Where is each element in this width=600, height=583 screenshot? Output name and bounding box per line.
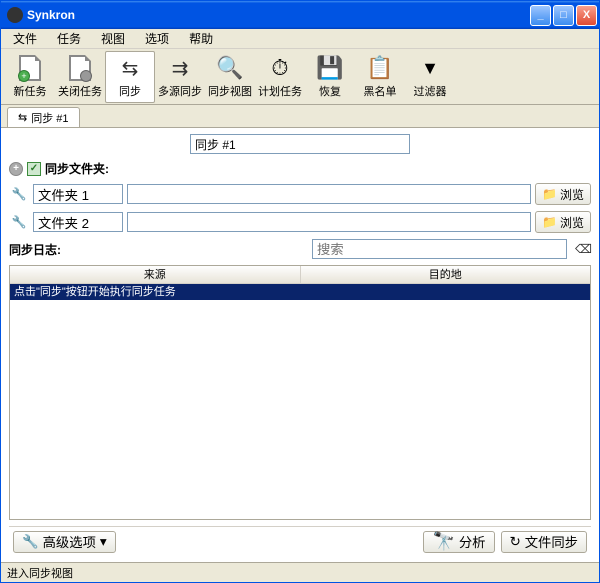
browse-button-2[interactable]: 📁 浏览: [535, 211, 591, 233]
log-table: 来源 目的地 点击"同步"按钮开始执行同步任务: [9, 265, 591, 520]
tabbar: ⇆ 同步 #1: [1, 105, 599, 127]
toolbar-scheduled[interactable]: ⏱ 计划任务: [255, 51, 305, 103]
col-dest[interactable]: 目的地: [301, 266, 591, 283]
statusbar: 进入同步视图: [1, 562, 599, 582]
toolbar: + 新任务 关闭任务 ⇆ 同步 ⇉ 多源同步 🔍 同步视图 ⏱ 计划任务 💾 恢…: [1, 49, 599, 105]
toolbar-restore[interactable]: 💾 恢复: [305, 51, 355, 103]
wrench-icon: 🔧: [22, 534, 39, 550]
toolbar-sync[interactable]: ⇆ 同步: [105, 51, 155, 103]
folder-1-path[interactable]: [127, 184, 531, 204]
search-clear-icon[interactable]: ⌫: [575, 242, 591, 256]
sync-view-icon: 🔍: [216, 54, 244, 82]
toolbar-close-task[interactable]: 关闭任务: [55, 51, 105, 103]
col-source[interactable]: 来源: [10, 266, 301, 283]
sync-icon: ⇆: [116, 54, 144, 82]
table-header: 来源 目的地: [10, 266, 590, 284]
app-icon: [7, 7, 23, 23]
wrench-icon[interactable]: 🔧: [9, 185, 29, 203]
sync-icon: ↻: [510, 534, 521, 550]
advanced-options-button[interactable]: 🔧 高级选项 ▾: [13, 531, 116, 553]
folder-icon: 📁: [542, 187, 557, 201]
folders-header-label: 同步文件夹:: [45, 160, 109, 177]
minimize-button[interactable]: _: [530, 5, 551, 26]
multisync-icon: ⇉: [166, 54, 194, 82]
filter-icon: ▼: [416, 54, 444, 82]
toolbar-filter[interactable]: ▼ 过滤器: [405, 51, 455, 103]
menu-tasks[interactable]: 任务: [49, 28, 89, 49]
toolbar-sync-view[interactable]: 🔍 同步视图: [205, 51, 255, 103]
browse-button-1[interactable]: 📁 浏览: [535, 183, 591, 205]
search-input[interactable]: [312, 239, 567, 259]
close-button[interactable]: X: [576, 5, 597, 26]
menu-file[interactable]: 文件: [5, 28, 45, 49]
chevron-down-icon: ▾: [100, 534, 107, 550]
toolbar-multisync[interactable]: ⇉ 多源同步: [155, 51, 205, 103]
toolbar-new-task[interactable]: + 新任务: [5, 51, 55, 103]
analyse-button[interactable]: 🔭 分析: [423, 531, 494, 553]
wrench-icon[interactable]: 🔧: [9, 213, 29, 231]
folder-1-label[interactable]: [33, 184, 123, 204]
folder-row-1: 🔧 📁 浏览: [9, 183, 591, 205]
tab-name-input[interactable]: [190, 134, 410, 154]
folder-2-path[interactable]: [127, 212, 531, 232]
titlebar: Synkron _ □ X: [1, 1, 599, 29]
status-text: 进入同步视图: [7, 565, 73, 581]
folder-icon: 📁: [542, 215, 557, 229]
folder-2-label[interactable]: [33, 212, 123, 232]
table-body[interactable]: 点击"同步"按钮开始执行同步任务: [10, 284, 590, 519]
new-task-icon: +: [16, 54, 44, 82]
maximize-button[interactable]: □: [553, 5, 574, 26]
app-window: Synkron _ □ X 文件 任务 视图 选项 帮助 + 新任务 关闭任务 …: [0, 0, 600, 583]
file-sync-button[interactable]: ↻ 文件同步: [501, 531, 587, 553]
bottom-bar: 🔧 高级选项 ▾ 🔭 分析 ↻ 文件同步: [9, 526, 591, 556]
content-area: + ✓ 同步文件夹: 🔧 📁 浏览 🔧 📁 浏览 同步日志:: [1, 127, 599, 562]
window-title: Synkron: [27, 8, 530, 22]
menu-help[interactable]: 帮助: [181, 28, 221, 49]
log-header: 同步日志: ⌫: [9, 239, 591, 259]
folders-check-icon[interactable]: ✓: [27, 162, 41, 176]
table-row[interactable]: 点击"同步"按钮开始执行同步任务: [10, 284, 590, 300]
menubar: 文件 任务 视图 选项 帮助: [1, 29, 599, 49]
tab-label: 同步 #1: [31, 110, 68, 126]
log-title: 同步日志:: [9, 241, 61, 258]
folder-row-2: 🔧 📁 浏览: [9, 211, 591, 233]
close-task-icon: [66, 54, 94, 82]
menu-view[interactable]: 视图: [93, 28, 133, 49]
add-folder-button[interactable]: +: [9, 162, 23, 176]
clock-icon: ⏱: [266, 54, 294, 82]
restore-icon: 💾: [316, 54, 344, 82]
toolbar-blacklist[interactable]: 📋 黑名单: [355, 51, 405, 103]
blacklist-icon: 📋: [366, 54, 394, 82]
menu-options[interactable]: 选项: [137, 28, 177, 49]
binoculars-icon: 🔭: [432, 531, 454, 552]
folders-header: + ✓ 同步文件夹:: [9, 160, 591, 177]
tab-sync-icon: ⇆: [18, 111, 27, 124]
tab-sync-1[interactable]: ⇆ 同步 #1: [7, 107, 80, 127]
